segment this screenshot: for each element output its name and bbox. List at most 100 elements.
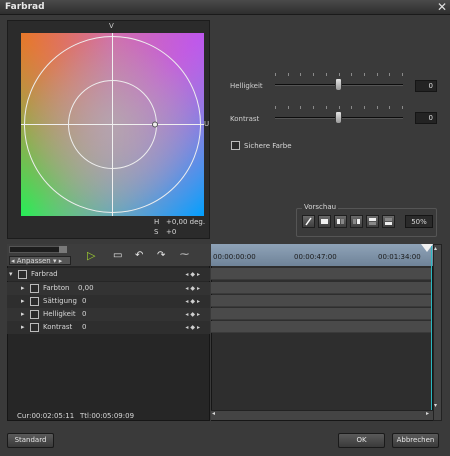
full-icon[interactable] xyxy=(318,215,331,228)
arrow-left-icon[interactable]: ◂ xyxy=(11,257,15,265)
split-left-icon[interactable] xyxy=(334,215,347,228)
slider-tick xyxy=(287,106,289,109)
slider-tick xyxy=(275,106,276,109)
comment-icon[interactable]: ▭ xyxy=(113,250,122,261)
contrast-thumb[interactable] xyxy=(335,111,342,124)
zoom-slider-thumb[interactable] xyxy=(59,246,67,253)
total-time: Ttl:00:05:09:09 xyxy=(80,412,135,420)
item-checkbox[interactable] xyxy=(30,284,39,293)
slider-tick xyxy=(313,73,315,76)
slider-tick xyxy=(376,73,378,76)
window-title: Farbrad xyxy=(5,2,45,12)
tree-item-row[interactable]: ▸ Farbton 0,00 ◂◆▸ xyxy=(7,282,210,295)
safe-color-checkbox[interactable] xyxy=(231,141,240,150)
keyframe-nav-icon[interactable]: ◂◆▸ xyxy=(185,321,202,334)
slider-tick xyxy=(402,73,403,76)
scroll-down-icon[interactable]: ▾ xyxy=(434,402,437,409)
zoom-level[interactable]: 50% xyxy=(405,215,433,228)
vertical-scrollbar[interactable] xyxy=(433,244,442,421)
cancel-button[interactable]: Abbrechen xyxy=(392,433,439,448)
expand-icon[interactable]: ▸ xyxy=(21,295,25,308)
tree-item-label: Farbton xyxy=(43,284,70,292)
keyframe-nav-icon[interactable]: ◂◆▸ xyxy=(185,282,202,295)
tree-item-row[interactable]: ▸ Sättigung 0 ◂◆▸ xyxy=(7,295,210,308)
color-wheel-panel: V U H +0,00 deg. S +0 xyxy=(7,20,210,239)
keyframe-nav-icon[interactable]: ◂◆▸ xyxy=(185,308,202,321)
slider-tick xyxy=(313,106,315,109)
saturation-value: +0 xyxy=(166,228,177,236)
item-checkbox[interactable] xyxy=(30,323,39,332)
keyframe-nav-icon[interactable]: ◂◆▸ xyxy=(185,295,202,308)
slider-tick xyxy=(376,106,378,109)
brightness-label: Helligkeit xyxy=(230,82,263,90)
redo-icon[interactable]: ↷ xyxy=(157,250,165,261)
timeline-lane[interactable] xyxy=(211,282,431,294)
tree-item-row[interactable]: ▸ Kontrast 0 ◂◆▸ xyxy=(7,321,210,334)
tree-root-row[interactable]: ▾ Farbrad ◂◆▸ xyxy=(7,268,210,281)
item-checkbox[interactable] xyxy=(30,310,39,319)
standard-button[interactable]: Standard xyxy=(7,433,54,448)
slider-tick xyxy=(338,73,340,76)
effect-tree: ▾ Farbrad ◂◆▸ ▸ Farbton 0,00 ◂◆▸ ▸ Sätti… xyxy=(7,268,210,338)
slider-tick xyxy=(287,73,289,76)
slider-tick xyxy=(300,73,302,76)
color-wheel[interactable] xyxy=(21,33,204,216)
timeline-lane[interactable] xyxy=(211,321,431,333)
scroll-up-icon[interactable]: ▴ xyxy=(434,245,437,252)
adjust-dropdown[interactable]: ◂ Anpassen ▾ ▸ xyxy=(9,256,71,265)
expand-icon[interactable]: ▸ xyxy=(21,282,25,295)
axis-u-label: U xyxy=(204,120,210,128)
undo-icon[interactable]: ↶ xyxy=(135,250,143,261)
expand-icon[interactable]: ▾ xyxy=(9,268,13,281)
preview-label: Vorschau xyxy=(302,203,339,211)
brightness-ticks xyxy=(275,73,403,77)
slider-tick xyxy=(363,73,365,76)
slider-tick xyxy=(389,106,391,109)
timeline-lane[interactable] xyxy=(211,295,431,307)
play-icon[interactable]: ▷ xyxy=(87,249,95,262)
slider-tick xyxy=(325,106,327,109)
item-checkbox[interactable] xyxy=(30,297,39,306)
adjust-dropdown-label: Anpassen xyxy=(16,257,51,265)
close-icon[interactable]: ✕ xyxy=(436,0,448,14)
horizontal-scrollbar[interactable] xyxy=(211,410,433,420)
split-right-icon[interactable] xyxy=(350,215,363,228)
brightness-value[interactable]: 0 xyxy=(415,80,437,92)
tree-item-row[interactable]: ▸ Helligkeit 0 ◂◆▸ xyxy=(7,308,210,321)
root-checkbox[interactable] xyxy=(18,270,27,279)
pen-icon[interactable] xyxy=(302,215,315,228)
timeline-lane[interactable] xyxy=(211,308,431,320)
tree-item-value[interactable]: 0 xyxy=(82,295,86,308)
slider-tick xyxy=(402,106,403,109)
scroll-right-icon[interactable]: ▸ xyxy=(426,410,429,417)
ok-button[interactable]: OK xyxy=(338,433,385,448)
tree-item-label: Helligkeit xyxy=(43,310,76,318)
split-bottom-icon[interactable] xyxy=(382,215,395,228)
tree-item-value[interactable]: 0,00 xyxy=(78,282,94,295)
brightness-thumb[interactable] xyxy=(335,78,342,91)
timeline-lane[interactable] xyxy=(211,268,431,280)
hue-label: H xyxy=(154,218,160,226)
wheel-handle[interactable] xyxy=(152,121,158,128)
expand-icon[interactable]: ▸ xyxy=(21,308,25,321)
arrow-right-icon[interactable]: ▸ xyxy=(59,257,63,265)
slider-tick xyxy=(351,106,353,109)
slider-tick xyxy=(351,73,353,76)
split-top-icon[interactable] xyxy=(366,215,379,228)
expand-icon[interactable]: ▸ xyxy=(21,321,25,334)
slider-tick xyxy=(389,73,391,76)
contrast-label: Kontrast xyxy=(230,115,260,123)
tree-item-value[interactable]: 0 xyxy=(82,308,86,321)
timecode-label: 00:00:00:00 xyxy=(213,253,256,261)
keyframe-nav-icon[interactable]: ◂◆▸ xyxy=(185,268,202,281)
tree-item-value[interactable]: 0 xyxy=(82,321,86,334)
hue-value: +0,00 deg. xyxy=(166,218,206,226)
axis-v-label: V xyxy=(109,22,114,30)
timecode-label: 00:01:34:00 xyxy=(378,253,421,261)
graph-icon[interactable]: ⁓ xyxy=(180,250,189,260)
chevron-down-icon: ▾ xyxy=(52,257,57,265)
playhead-line[interactable] xyxy=(431,246,432,411)
contrast-value[interactable]: 0 xyxy=(415,112,437,124)
contrast-ticks xyxy=(275,106,403,110)
scroll-left-icon[interactable]: ◂ xyxy=(212,410,215,417)
